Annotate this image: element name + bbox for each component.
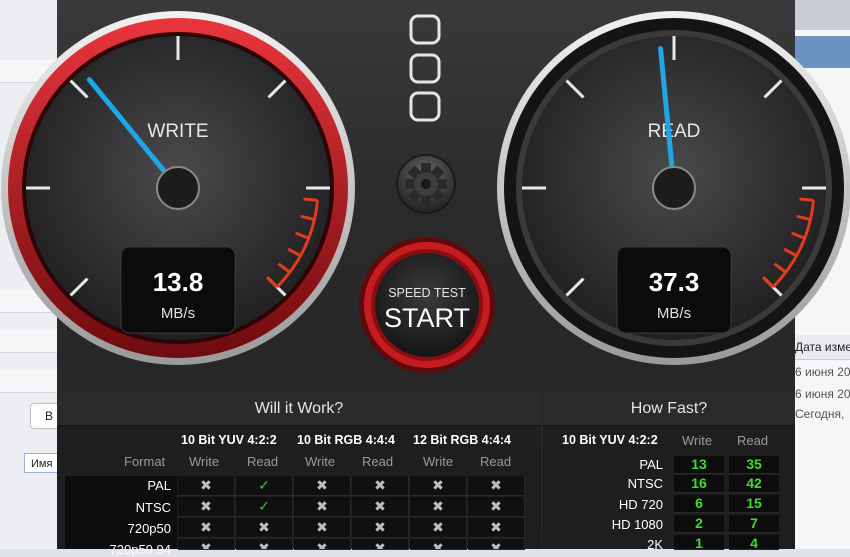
result-cell: ✖	[294, 497, 351, 517]
how-fast-read-header: Read	[737, 433, 769, 448]
read-gauge-title: READ	[648, 121, 701, 142]
how-fast-read-fps: 15	[729, 495, 779, 513]
column-header-read: Read	[480, 454, 512, 469]
group-header-rgb444-12: 12 Bit RGB 4:4:4	[413, 433, 511, 447]
format-row-label: 720p50	[127, 521, 171, 536]
column-header-read: Read	[362, 454, 394, 469]
write-gauge-hub	[156, 166, 200, 210]
result-cell: ✖	[410, 518, 467, 538]
how-fast-format: 2K	[647, 537, 663, 552]
result-cell: ✖	[410, 539, 467, 550]
format-row-label: PAL	[147, 478, 171, 493]
result-cell: ✖	[178, 497, 235, 517]
result-cell: ✖	[178, 518, 235, 538]
zoom-window-button[interactable]	[409, 91, 441, 122]
how-fast-write-fps: 6	[674, 495, 724, 513]
will-it-work-title: Will it Work?	[57, 392, 541, 426]
read-gauge-redzone-tick	[799, 197, 814, 202]
write-speed-unit: MB/s	[161, 305, 195, 322]
how-fast-group-header: 10 Bit YUV 4:2:2	[562, 433, 658, 447]
how-fast-write-header: Write	[682, 433, 713, 448]
result-cell: ✓	[236, 497, 293, 517]
result-cell: ✖	[294, 518, 351, 538]
write-speed-value: 13.8	[153, 267, 204, 297]
result-cell: ✖	[352, 497, 409, 517]
gear-tooth	[437, 179, 447, 189]
write-gauge-redzone-tick	[303, 197, 318, 202]
column-header-write: Write	[189, 454, 220, 469]
how-fast-read-fps: 42	[729, 475, 779, 493]
result-cell: ✖	[468, 497, 525, 517]
minimize-window-button[interactable]	[409, 53, 441, 84]
close-window-button[interactable]	[409, 14, 441, 45]
read-speed-value: 37.3	[649, 267, 700, 297]
how-fast-format: PAL	[639, 457, 663, 472]
start-button-caption: SPEED TEST	[388, 286, 466, 300]
group-header-yuv422: 10 Bit YUV 4:2:2	[181, 433, 277, 447]
result-cell: ✖	[352, 518, 409, 538]
how-fast-format: NTSC	[627, 476, 663, 491]
how-fast-title: How Fast?	[543, 392, 795, 426]
result-cell: ✖	[468, 539, 525, 550]
group-header-rgb444-10: 10 Bit RGB 4:4:4	[297, 433, 395, 447]
result-cell: ✖	[236, 539, 293, 550]
how-fast-read-fps: 4	[729, 535, 779, 551]
gear-tooth	[421, 195, 431, 205]
format-row-label: NTSC	[135, 500, 171, 515]
how-fast-format: HD 720	[618, 497, 663, 512]
result-cell: ✓	[236, 476, 293, 496]
start-speed-test-button[interactable]: SPEED TEST START	[359, 237, 495, 373]
result-cell: ✖	[410, 497, 467, 517]
read-gauge: READ 37.3 MB/s	[497, 11, 850, 365]
result-cell: ✖	[294, 476, 351, 496]
how-fast-read-fps: 7	[729, 515, 779, 533]
window-controls	[409, 14, 441, 122]
result-cell: ✖	[294, 539, 351, 550]
how-fast-write-fps: 2	[674, 515, 724, 533]
how-fast-format: HD 1080	[611, 517, 663, 532]
result-cell: ✖	[178, 539, 235, 550]
result-cell: ✖	[410, 476, 467, 496]
format-row-label: 720p59.94	[109, 542, 171, 557]
write-gauge: WRITE 13.8 MB/s	[1, 11, 355, 365]
how-fast-write-fps: 1	[674, 535, 724, 551]
write-gauge-title: WRITE	[147, 121, 208, 142]
read-gauge-hub	[652, 166, 696, 210]
result-cell: ✖	[468, 476, 525, 496]
result-cell: ✖	[236, 518, 293, 538]
column-header-write: Write	[423, 454, 454, 469]
read-speed-unit: MB/s	[657, 305, 691, 322]
format-column-header: Format	[124, 454, 166, 469]
how-fast-read-fps: 35	[729, 456, 779, 474]
gear-tooth	[421, 163, 431, 173]
how-fast-write-fps: 16	[674, 475, 724, 493]
start-button-label: START	[384, 303, 470, 333]
result-cell: ✖	[178, 476, 235, 496]
gear-tooth	[405, 179, 415, 189]
column-header-read: Read	[247, 454, 279, 469]
result-cell: ✖	[352, 476, 409, 496]
how-fast-write-fps: 13	[674, 456, 724, 474]
settings-gear-icon[interactable]	[396, 154, 456, 214]
result-cell: ✖	[352, 539, 409, 550]
column-header-write: Write	[305, 454, 336, 469]
result-cell: ✖	[468, 518, 525, 538]
